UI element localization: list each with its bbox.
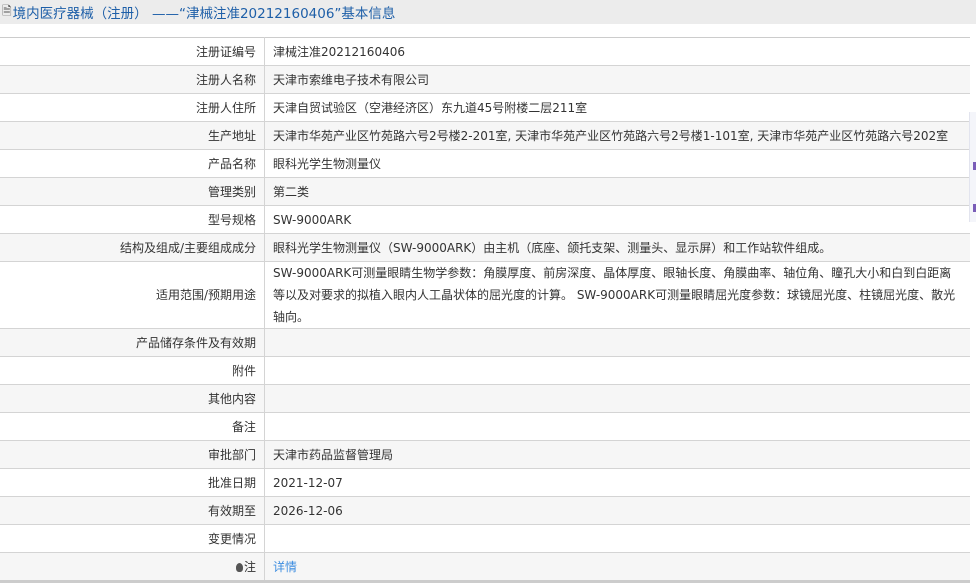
- field-value: 第二类: [264, 177, 970, 206]
- field-label: 审批部门: [0, 440, 265, 469]
- document-icon: 🗎: [2, 3, 12, 18]
- field-value: 津械注准20212160406: [264, 37, 970, 66]
- field-label: 变更情况: [0, 524, 265, 553]
- table-row: 注册人名称 天津市索维电子技术有限公司: [0, 65, 970, 94]
- field-value: 2021-12-07: [264, 468, 970, 497]
- note-label: 注: [243, 559, 256, 574]
- table-row: 产品储存条件及有效期: [0, 328, 970, 357]
- field-value: 眼科光学生物测量仪: [264, 149, 970, 178]
- bulb-icon: [235, 562, 243, 572]
- table-row: 注册证编号 津械注准20212160406: [0, 37, 970, 66]
- field-value: SW-9000ARK: [264, 205, 970, 234]
- field-label: 型号规格: [0, 205, 265, 234]
- table-row: 适用范围/预期用途 SW-9000ARK可测量眼睛生物学参数：角膜厚度、前房深度、…: [0, 261, 970, 329]
- note-row: 注 详情: [0, 552, 970, 582]
- field-value: 天津市华苑产业区竹苑路六号2号楼2-201室, 天津市华苑产业区竹苑路六号2号楼…: [264, 121, 970, 150]
- details-link[interactable]: 详情: [273, 560, 297, 574]
- table-row: 其他内容: [0, 384, 970, 413]
- field-label: 其他内容: [0, 384, 265, 413]
- field-label: 注册证编号: [0, 37, 265, 66]
- field-value: [264, 328, 970, 357]
- table-row: 产品名称 眼科光学生物测量仪: [0, 149, 970, 178]
- field-label: 备注: [0, 412, 265, 441]
- table-row: 审批部门 天津市药品监督管理局: [0, 440, 970, 469]
- table-row: 有效期至 2026-12-06: [0, 496, 970, 525]
- table-row: 型号规格 SW-9000ARK: [0, 205, 970, 234]
- field-value: [264, 412, 970, 441]
- field-value: [264, 356, 970, 385]
- side-panel[interactable]: [969, 112, 976, 222]
- table-row: 变更情况: [0, 524, 970, 553]
- field-label: 产品名称: [0, 149, 265, 178]
- field-value: [264, 524, 970, 553]
- field-label: 注册人住所: [0, 93, 265, 122]
- field-label: 适用范围/预期用途: [0, 261, 265, 329]
- table-row: 注册人住所 天津自贸试验区（空港经济区）东九道45号附楼二层211室: [0, 93, 970, 122]
- field-value: [264, 384, 970, 413]
- table-row: 管理类别 第二类: [0, 177, 970, 206]
- table-row: 备注: [0, 412, 970, 441]
- field-value: 天津市索维电子技术有限公司: [264, 65, 970, 94]
- field-value: SW-9000ARK可测量眼睛生物学参数：角膜厚度、前房深度、晶体厚度、眼轴长度…: [264, 261, 970, 329]
- table-row: 批准日期 2021-12-07: [0, 468, 970, 497]
- table-row: 生产地址 天津市华苑产业区竹苑路六号2号楼2-201室, 天津市华苑产业区竹苑路六…: [0, 121, 970, 150]
- field-label: 注: [0, 552, 265, 582]
- field-label: 产品储存条件及有效期: [0, 328, 265, 357]
- field-label: 注册人名称: [0, 65, 265, 94]
- field-value: 2026-12-06: [264, 496, 970, 525]
- field-label: 生产地址: [0, 121, 265, 150]
- table-row: 结构及组成/主要组成成分 眼科光学生物测量仪（SW-9000ARK）由主机（底座、…: [0, 233, 970, 262]
- info-table: 注册证编号 津械注准20212160406 注册人名称 天津市索维电子技术有限公司 注册…: [0, 37, 970, 583]
- field-label: 附件: [0, 356, 265, 385]
- field-value: 天津市药品监督管理局: [264, 440, 970, 469]
- table-row: 附件: [0, 356, 970, 385]
- field-value: 眼科光学生物测量仪（SW-9000ARK）由主机（底座、颌托支架、测量头、显示屏…: [264, 233, 970, 262]
- field-label: 结构及组成/主要组成成分: [0, 233, 265, 262]
- field-label: 有效期至: [0, 496, 265, 525]
- page-title: 境内医疗器械（注册） ——“津械注准20212160406”基本信息: [12, 6, 396, 22]
- page-header: 🗎 境内医疗器械（注册） ——“津械注准20212160406”基本信息: [0, 0, 976, 24]
- field-label: 批准日期: [0, 468, 265, 497]
- field-label: 管理类别: [0, 177, 265, 206]
- field-value: 天津自贸试验区（空港经济区）东九道45号附楼二层211室: [264, 93, 970, 122]
